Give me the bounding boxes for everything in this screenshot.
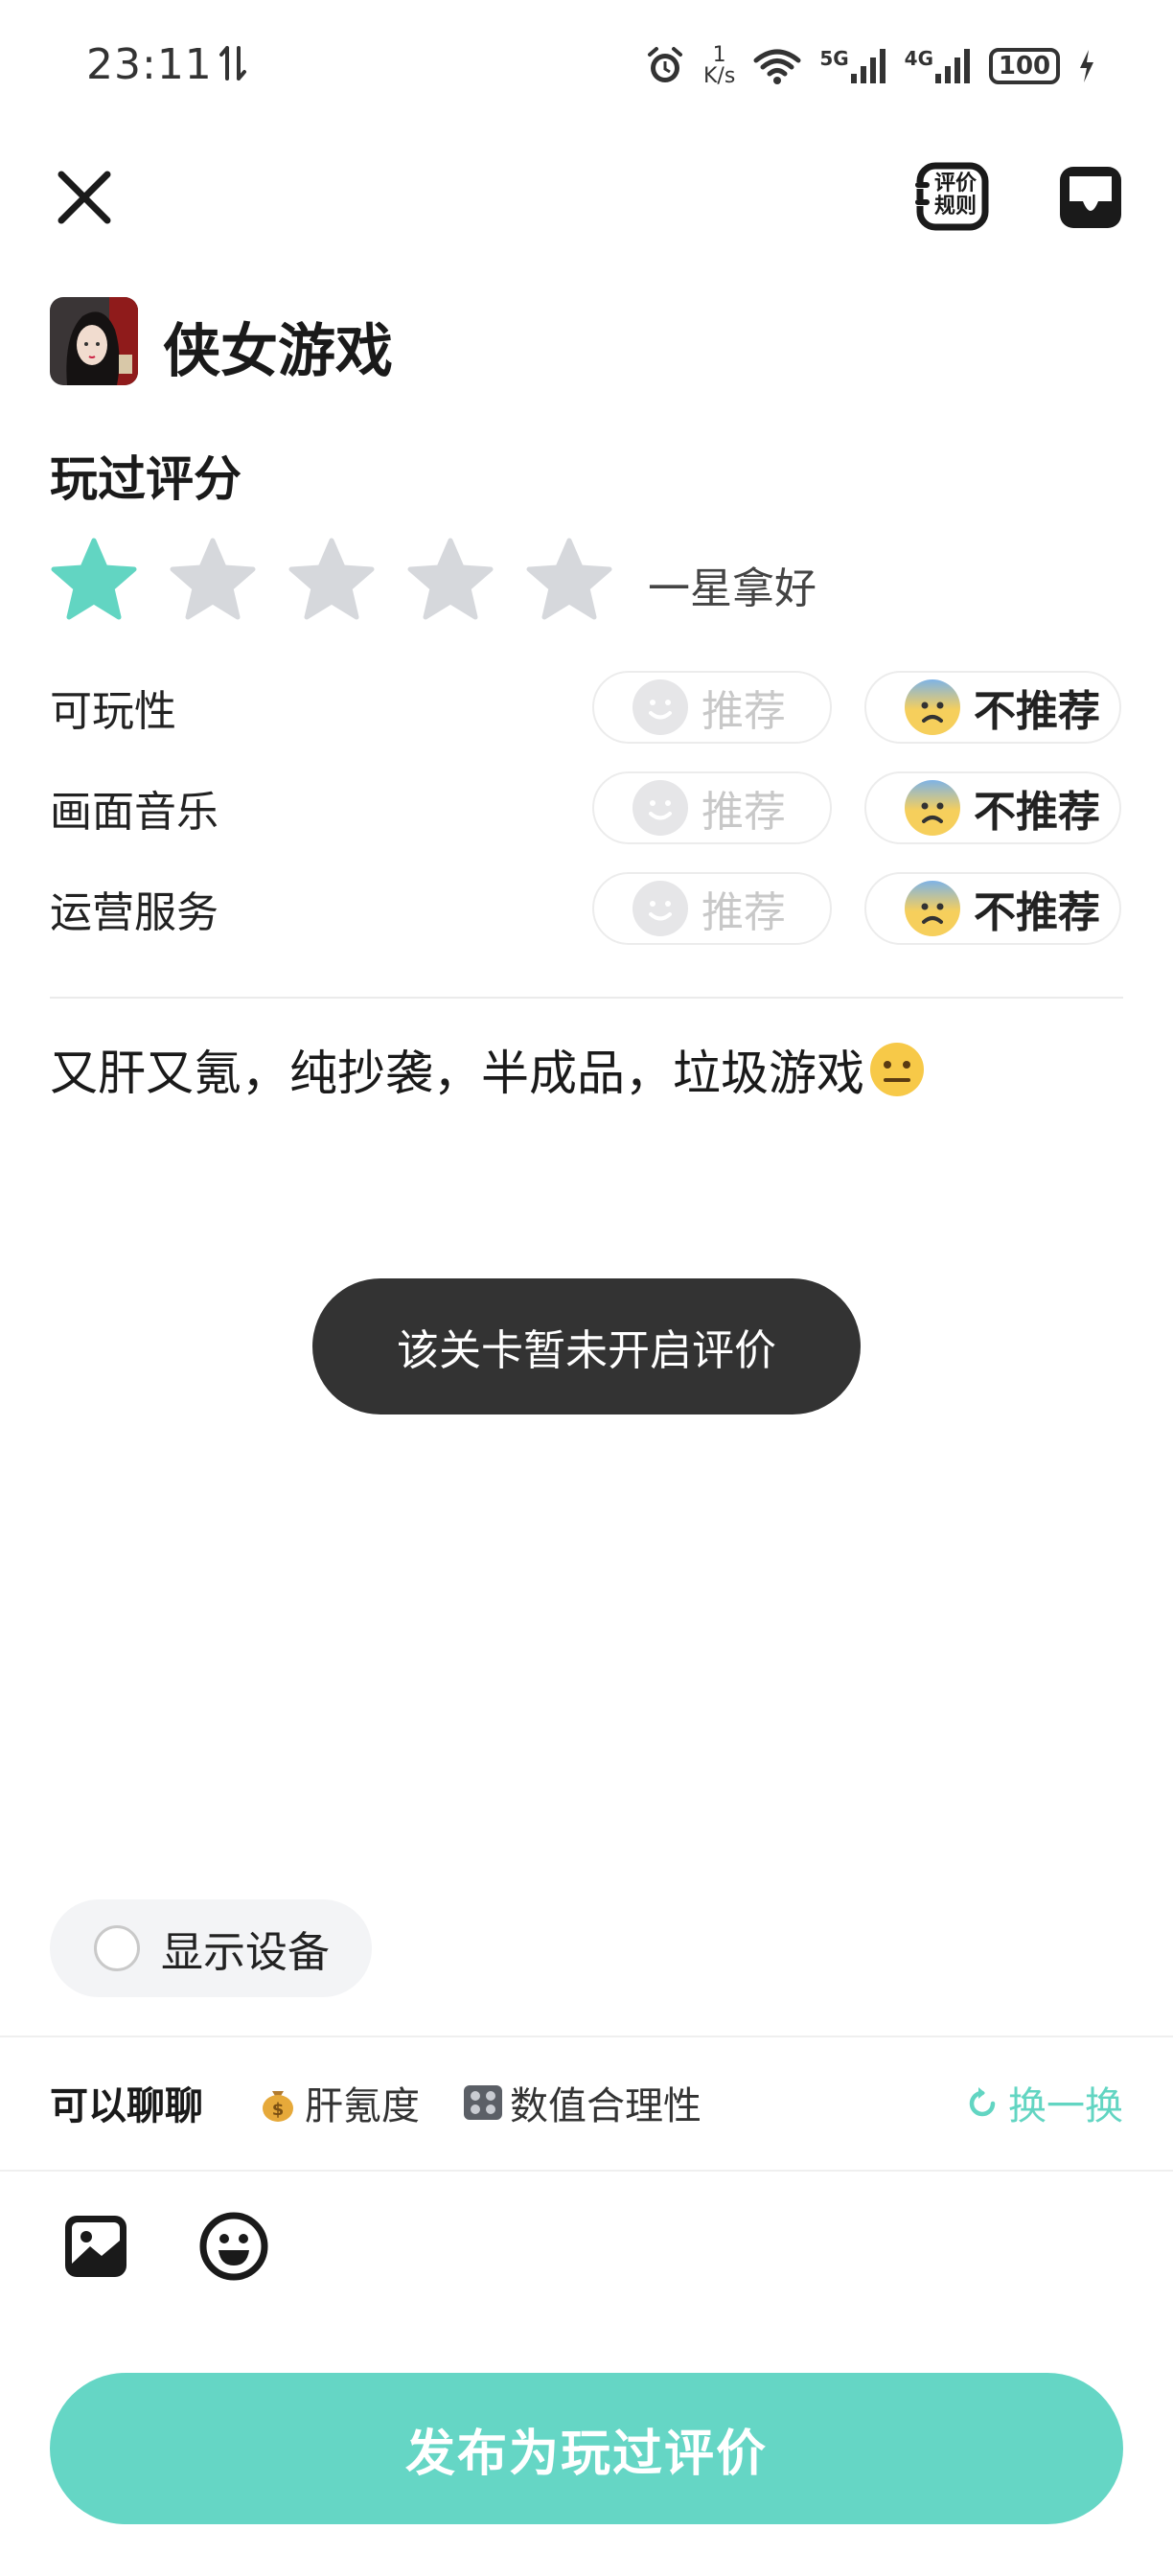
operations-recommend-button[interactable]: 推荐 bbox=[592, 872, 832, 945]
signal-5g-label: 5G bbox=[819, 47, 849, 70]
topic-item[interactable]: $ 肝氪度 bbox=[257, 2075, 420, 2130]
not-recommend-label: 不推荐 bbox=[974, 788, 1100, 837]
star-4-icon[interactable] bbox=[406, 537, 494, 621]
review-text: 又肝又氪，纯抄袭，半成品，垃圾游戏 bbox=[50, 1046, 864, 1101]
operations-not-recommend-button[interactable]: 不推荐 bbox=[864, 872, 1121, 945]
star-3-icon[interactable] bbox=[288, 537, 376, 621]
rules-label-line2: 规则 bbox=[934, 195, 978, 218]
rating-row-label-playability: 可玩性 bbox=[50, 687, 176, 736]
topic-item[interactable]: 数值合理性 bbox=[462, 2075, 702, 2130]
insert-image-button[interactable] bbox=[61, 2212, 130, 2281]
show-device-label: 显示设备 bbox=[161, 1928, 330, 1977]
toast-message: 该关卡暂未开启评价 bbox=[312, 1278, 861, 1414]
star-5-icon[interactable] bbox=[525, 537, 613, 621]
playability-not-recommend-button[interactable]: 不推荐 bbox=[864, 671, 1121, 744]
wifi-icon bbox=[752, 47, 802, 85]
show-device-radio[interactable] bbox=[94, 1925, 140, 1971]
smile-face-icon bbox=[632, 881, 688, 936]
visual-music-not-recommend-button[interactable]: 不推荐 bbox=[864, 771, 1121, 844]
worried-face-icon bbox=[905, 679, 960, 735]
signal-4g-label: 4G bbox=[904, 47, 933, 70]
worried-face-icon bbox=[905, 780, 960, 836]
signal-5g-icon: 5G bbox=[819, 47, 886, 85]
status-icons: 1 K/s 5G 4G 100 bbox=[644, 42, 1096, 90]
refresh-label: 换一换 bbox=[1008, 2084, 1123, 2128]
refresh-icon bbox=[969, 2087, 996, 2117]
topics-title: 可以聊聊 bbox=[50, 2084, 203, 2128]
neutral-face-icon bbox=[868, 1041, 926, 1098]
topic-label: 数值合理性 bbox=[510, 2084, 702, 2128]
rating-row-label-visual-music: 画面音乐 bbox=[50, 788, 218, 837]
money-bag-icon: $ bbox=[263, 2091, 293, 2122]
not-recommend-label: 不推荐 bbox=[974, 888, 1100, 937]
control-knobs-icon bbox=[464, 2085, 502, 2120]
close-button[interactable] bbox=[50, 163, 119, 232]
game-avatar bbox=[50, 297, 138, 385]
topic-suggestions: 可以聊聊 $ 肝氪度 数值合理性 bbox=[50, 2075, 744, 2130]
network-speed-unit: K/s bbox=[703, 64, 736, 88]
divider bbox=[0, 2036, 1173, 2037]
insert-emoji-button[interactable] bbox=[197, 2210, 270, 2283]
data-transfer-icon bbox=[218, 44, 247, 86]
not-recommend-label: 不推荐 bbox=[974, 687, 1100, 736]
divider bbox=[0, 2170, 1173, 2172]
signal-4g-icon: 4G bbox=[905, 47, 972, 85]
worried-face-icon bbox=[905, 881, 960, 936]
star-2-icon[interactable] bbox=[169, 537, 257, 621]
star-rating[interactable] bbox=[50, 537, 613, 621]
smile-face-icon bbox=[632, 679, 688, 735]
smile-face-icon bbox=[632, 780, 688, 836]
review-rules-button[interactable]: 评价 规则 bbox=[915, 161, 992, 234]
publish-review-button[interactable]: 发布为玩过评价 bbox=[50, 2373, 1123, 2524]
recommend-label: 推荐 bbox=[702, 687, 786, 736]
refresh-topics-button[interactable]: 换一换 bbox=[964, 2075, 1123, 2130]
emoji-icon bbox=[199, 2212, 268, 2281]
svg-text:$: $ bbox=[272, 2100, 285, 2120]
recommend-label: 推荐 bbox=[702, 888, 786, 937]
visual-music-recommend-button[interactable]: 推荐 bbox=[592, 771, 832, 844]
close-icon bbox=[58, 171, 111, 224]
review-text-area[interactable]: 又肝又氪，纯抄袭，半成品，垃圾游戏 bbox=[50, 1035, 926, 1104]
battery-indicator: 100 bbox=[989, 48, 1060, 84]
rules-label-line1: 评价 bbox=[934, 172, 978, 196]
show-device-toggle[interactable]: 显示设备 bbox=[50, 1899, 372, 1997]
image-icon bbox=[65, 2216, 126, 2277]
network-speed: 1 K/s bbox=[703, 45, 735, 87]
alarm-icon bbox=[644, 45, 686, 87]
rating-section-title: 玩过评分 bbox=[50, 451, 242, 507]
status-time: 23:11 bbox=[86, 40, 213, 89]
topic-label: 肝氪度 bbox=[305, 2084, 420, 2128]
star-1-icon[interactable] bbox=[50, 537, 138, 621]
game-name: 侠女游戏 bbox=[163, 318, 393, 385]
recommend-label: 推荐 bbox=[702, 788, 786, 837]
charging-icon bbox=[1077, 48, 1096, 84]
inbox-icon bbox=[1060, 167, 1121, 228]
playability-recommend-button[interactable]: 推荐 bbox=[592, 671, 832, 744]
rating-row-label-operations: 运营服务 bbox=[50, 888, 218, 937]
star-rating-label: 一星拿好 bbox=[648, 564, 816, 613]
divider bbox=[50, 997, 1123, 999]
network-speed-value: 1 bbox=[712, 43, 726, 67]
drafts-button[interactable] bbox=[1056, 163, 1125, 232]
